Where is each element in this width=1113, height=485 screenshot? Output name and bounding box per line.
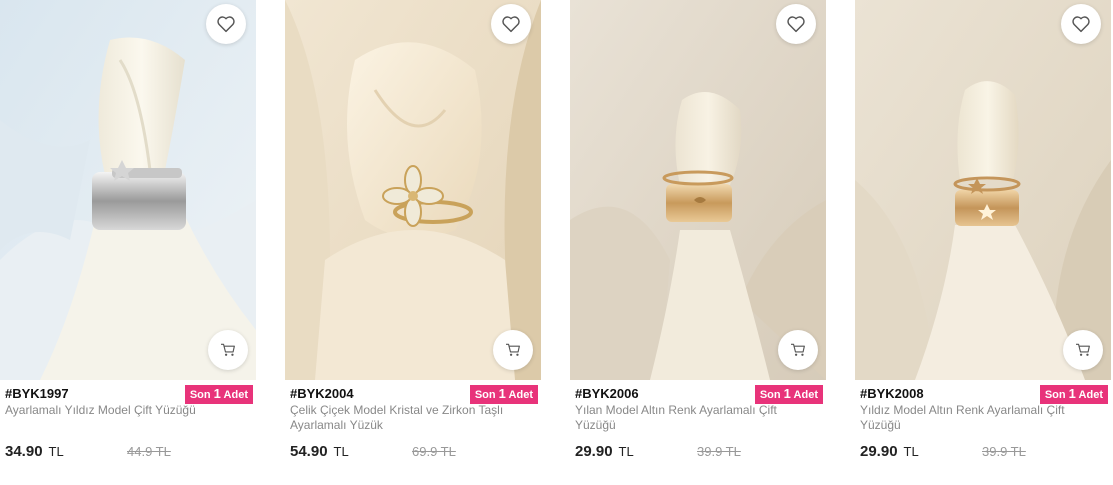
price-row: 29.90 TL 39.9 TL	[860, 443, 1100, 463]
stock-suffix: Adet	[508, 389, 533, 401]
product-photo	[855, 0, 1111, 380]
stock-badge: Son 1 Adet	[1039, 385, 1108, 404]
product-title[interactable]: Yılan Model Altın Renk Ayarlamalı Çift Y…	[570, 403, 826, 435]
stock-badge: Son 1 Adet	[184, 385, 253, 404]
product-title[interactable]: Ayarlamalı Yıldız Model Çift Yüzüğü	[0, 403, 256, 435]
product-image[interactable]	[855, 0, 1111, 380]
price-value: 34.90	[5, 443, 43, 460]
stock-prefix: Son	[1044, 389, 1066, 401]
add-to-favorites-button[interactable]	[776, 4, 816, 44]
stock-prefix: Son	[759, 389, 781, 401]
price-value: 54.90	[290, 443, 328, 460]
current-price: 54.90 TL	[290, 443, 349, 460]
cart-icon	[791, 343, 805, 356]
product-image[interactable]	[570, 0, 826, 380]
product-info: #BYK2004 Son 1 Adet Çelik Çiçek Model Kr…	[285, 380, 541, 460]
stock-count: 1	[783, 386, 791, 401]
product-card[interactable]: #BYK2004 Son 1 Adet Çelik Çiçek Model Kr…	[285, 0, 541, 485]
product-card[interactable]: #BYK2006 Son 1 Adet Yılan Model Altın Re…	[570, 0, 826, 485]
product-photo	[570, 0, 826, 380]
price-row: 54.90 TL 69.9 TL	[290, 443, 530, 463]
add-to-favorites-button[interactable]	[1061, 4, 1101, 44]
old-price: 39.9 TL	[982, 444, 1026, 459]
stock-suffix: Adet	[793, 389, 818, 401]
old-price: 44.9 TL	[127, 444, 171, 459]
stock-suffix: Adet	[223, 389, 248, 401]
stock-prefix: Son	[189, 389, 211, 401]
stock-count: 1	[213, 386, 221, 401]
product-info: #BYK2008 Son 1 Adet Yıldız Model Altın R…	[855, 380, 1111, 460]
stock-count: 1	[1068, 386, 1076, 401]
add-to-cart-button[interactable]	[208, 330, 248, 370]
add-to-cart-button[interactable]	[1063, 330, 1103, 370]
heart-icon	[1072, 16, 1090, 33]
product-card[interactable]: #BYK2008 Son 1 Adet Yıldız Model Altın R…	[855, 0, 1111, 485]
product-info: #BYK1997 Son 1 Adet Ayarlamalı Yıldız Mo…	[0, 380, 256, 460]
add-to-favorites-button[interactable]	[491, 4, 531, 44]
old-price: 69.9 TL	[412, 444, 456, 459]
cart-icon	[1076, 343, 1090, 356]
cart-icon	[221, 343, 235, 356]
price-row: 29.90 TL 39.9 TL	[575, 443, 815, 463]
product-grid: #BYK1997 Son 1 Adet Ayarlamalı Yıldız Mo…	[0, 0, 1113, 485]
stock-count: 1	[498, 386, 506, 401]
heart-icon	[787, 16, 805, 33]
price-currency: TL	[48, 444, 64, 459]
price-value: 29.90	[860, 443, 898, 460]
stock-suffix: Adet	[1078, 389, 1103, 401]
product-info: #BYK2006 Son 1 Adet Yılan Model Altın Re…	[570, 380, 826, 460]
price-row: 34.90 TL 44.9 TL	[5, 443, 245, 463]
old-price: 39.9 TL	[697, 444, 741, 459]
price-currency: TL	[618, 444, 634, 459]
current-price: 29.90 TL	[860, 443, 919, 460]
add-to-cart-button[interactable]	[778, 330, 818, 370]
cart-icon	[506, 343, 520, 356]
price-currency: TL	[333, 444, 349, 459]
add-to-cart-button[interactable]	[493, 330, 533, 370]
price-currency: TL	[903, 444, 919, 459]
product-image[interactable]	[0, 0, 256, 380]
add-to-favorites-button[interactable]	[206, 4, 246, 44]
product-image[interactable]	[285, 0, 541, 380]
product-title[interactable]: Yıldız Model Altın Renk Ayarlamalı Çift …	[855, 403, 1111, 435]
price-value: 29.90	[575, 443, 613, 460]
current-price: 34.90 TL	[5, 443, 64, 460]
stock-prefix: Son	[474, 389, 496, 401]
product-photo	[285, 0, 541, 380]
product-title[interactable]: Çelik Çiçek Model Kristal ve Zirkon Taşl…	[285, 403, 541, 435]
heart-icon	[217, 16, 235, 33]
current-price: 29.90 TL	[575, 443, 634, 460]
product-card[interactable]: #BYK1997 Son 1 Adet Ayarlamalı Yıldız Mo…	[0, 0, 256, 485]
stock-badge: Son 1 Adet	[469, 385, 538, 404]
product-photo	[0, 0, 256, 380]
stock-badge: Son 1 Adet	[754, 385, 823, 404]
heart-icon	[502, 16, 520, 33]
